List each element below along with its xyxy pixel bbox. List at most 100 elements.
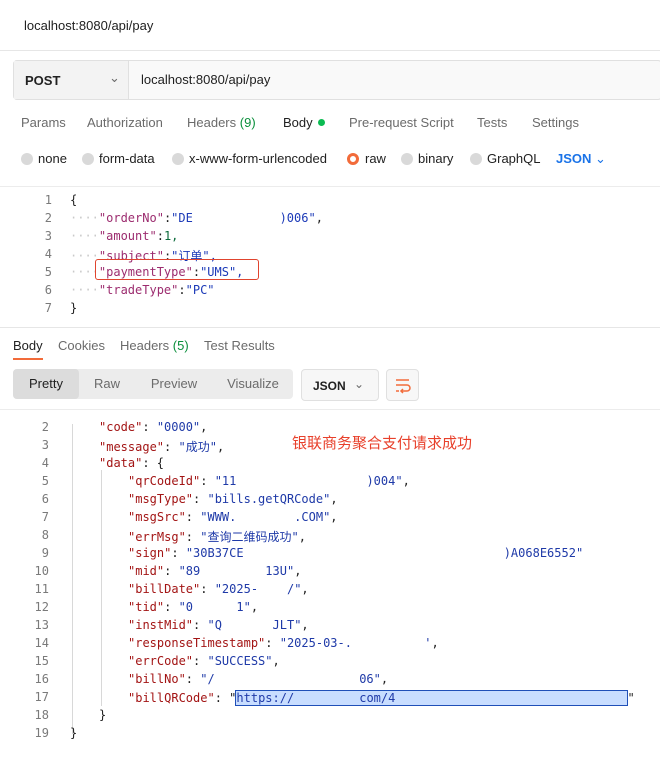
json-value: "2025-	[214, 582, 259, 596]
json-key: "msgSrc"	[128, 510, 186, 524]
resp-tab-cookies[interactable]: Cookies	[58, 338, 105, 353]
json-key: "responseTimestamp"	[128, 636, 266, 650]
request-tabs: Params Authorization Headers (9) Body Pr…	[0, 110, 660, 138]
response-format-select[interactable]: JSON ⌄	[301, 369, 379, 401]
radio-form-data[interactable]	[82, 153, 94, 165]
tab-headers[interactable]: Headers (9)	[187, 115, 256, 130]
view-pretty[interactable]: Pretty	[13, 369, 79, 399]
json-key: "billNo"	[128, 672, 186, 686]
tab-prerequest-script[interactable]: Pre-request Script	[349, 115, 454, 130]
success-annotation: 银联商务聚合支付请求成功	[292, 435, 473, 452]
line-number: 4	[44, 247, 52, 261]
json-key: "code"	[99, 420, 143, 434]
line-number: 3	[41, 438, 49, 452]
line-number: 7	[44, 301, 52, 315]
response-body-viewer[interactable]: 2 3 4 5 6 7 8 9 10 11 12 13 14 15 16 17 …	[0, 409, 660, 750]
json-key: "message"	[99, 440, 165, 454]
line-number: 10	[34, 564, 49, 578]
raw-format-select[interactable]: JSON ⌄	[556, 151, 606, 167]
code-brace: }	[70, 301, 78, 315]
response-tabs: Body Cookies Headers (5) Test Results	[0, 327, 660, 362]
line-number: 5	[41, 474, 49, 488]
json-key: "tid"	[128, 600, 165, 614]
active-tab-underline	[13, 358, 43, 360]
code-line: ····"amount":1,	[70, 229, 179, 243]
json-key: "errMsg"	[128, 530, 186, 544]
raw-format-label: JSON	[556, 151, 592, 166]
wrap-lines-icon	[396, 379, 411, 394]
code-line: ····"orderNo":"DE )006",	[70, 211, 323, 225]
line-number: 12	[34, 600, 49, 614]
json-line-sign: "sign": "30B37CE )A068E6552"	[128, 546, 584, 560]
tab-authorization[interactable]: Authorization	[87, 115, 163, 130]
radio-urlencoded[interactable]	[172, 153, 184, 165]
json-value: JLT"	[272, 618, 302, 632]
json-key: "errCode"	[128, 654, 194, 668]
json-key: "instMid"	[128, 618, 194, 632]
url-bar: POST ⌄ localhost:8080/api/pay	[13, 60, 660, 100]
view-preview[interactable]: Preview	[135, 369, 213, 399]
view-raw[interactable]: Raw	[79, 369, 135, 399]
json-line-close-root: }	[70, 726, 78, 740]
json-line-mid: "mid": "89 13U",	[128, 564, 302, 578]
json-line-code: "code": "0000",	[99, 420, 208, 434]
json-value: "WWW.	[200, 510, 237, 524]
json-value: )006"	[279, 211, 316, 225]
json-key: "data"	[99, 456, 143, 470]
body-type-raw-label: raw	[365, 151, 386, 166]
json-value: "0000"	[156, 420, 201, 434]
wrap-lines-button[interactable]	[386, 369, 419, 401]
json-value: "DE	[171, 211, 193, 225]
request-tab-title[interactable]: localhost:8080/api/pay	[24, 18, 153, 33]
body-type-graphql-label: GraphQL	[487, 151, 541, 166]
request-body-editor[interactable]: 1 2 3 4 5 6 7 { ····"orderNo":"DE )006",…	[0, 186, 660, 319]
json-value: "/	[200, 672, 215, 686]
json-line-responseTimestamp: "responseTimestamp": "2025-03-. ',	[128, 636, 439, 650]
json-line-billDate: "billDate": "2025- /",	[128, 582, 309, 596]
chevron-down-icon: ⌄	[354, 377, 365, 391]
json-line-billNo: "billNo": "/ 06",	[128, 672, 389, 686]
response-view-switch: Pretty Raw Preview Visualize	[13, 369, 293, 399]
json-value: 1,	[163, 229, 179, 243]
url-input[interactable]: localhost:8080/api/pay	[141, 72, 270, 87]
json-value: )A068E6552"	[503, 546, 584, 560]
json-value: "SUCCESS"	[207, 654, 273, 668]
radio-none[interactable]	[21, 153, 33, 165]
json-key: "billQRCode"	[128, 691, 215, 705]
resp-tab-headers[interactable]: Headers (5)	[120, 338, 189, 353]
radio-raw-selected[interactable]	[347, 153, 359, 165]
tab-headers-label: Headers	[187, 115, 237, 130]
resp-tab-body[interactable]: Body	[13, 338, 43, 353]
line-number: 16	[34, 672, 49, 686]
line-number: 18	[34, 708, 49, 722]
tab-tests[interactable]: Tests	[477, 115, 507, 130]
chevron-down-icon: ⌄	[595, 151, 606, 166]
tab-params[interactable]: Params	[21, 115, 66, 130]
line-number: 2	[41, 420, 49, 434]
resp-tab-test-results[interactable]: Test Results	[204, 338, 275, 353]
line-number: 9	[41, 546, 49, 560]
chevron-down-icon: ⌄	[109, 70, 120, 85]
json-line-billQRCode: "billQRCode": "https:// com/4 "	[128, 690, 635, 706]
code-line: }	[70, 301, 77, 315]
line-number: 3	[44, 229, 52, 243]
tab-body[interactable]: Body	[283, 115, 325, 130]
line-number: 11	[34, 582, 49, 596]
tab-settings[interactable]: Settings	[532, 115, 579, 130]
json-value: "0	[178, 600, 194, 614]
response-format-label: JSON	[313, 379, 346, 393]
json-value: "2025-03-.	[279, 636, 352, 650]
selected-url-text[interactable]: https:// com/4	[235, 690, 628, 706]
json-value: "查询二维码成功"	[200, 530, 299, 544]
view-visualize[interactable]: Visualize	[213, 369, 293, 399]
body-modified-dot-icon	[317, 119, 325, 126]
radio-graphql[interactable]	[470, 153, 482, 165]
body-type-selector: none form-data x-www-form-urlencoded raw…	[0, 148, 660, 172]
json-value: '	[424, 636, 432, 650]
radio-binary[interactable]	[401, 153, 413, 165]
json-value: "bills.getQRCode"	[207, 492, 331, 506]
line-number: 19	[34, 726, 49, 740]
method-select[interactable]: POST ⌄	[14, 61, 129, 99]
request-tab-bar: localhost:8080/api/pay	[0, 0, 660, 51]
line-number: 4	[41, 456, 49, 470]
